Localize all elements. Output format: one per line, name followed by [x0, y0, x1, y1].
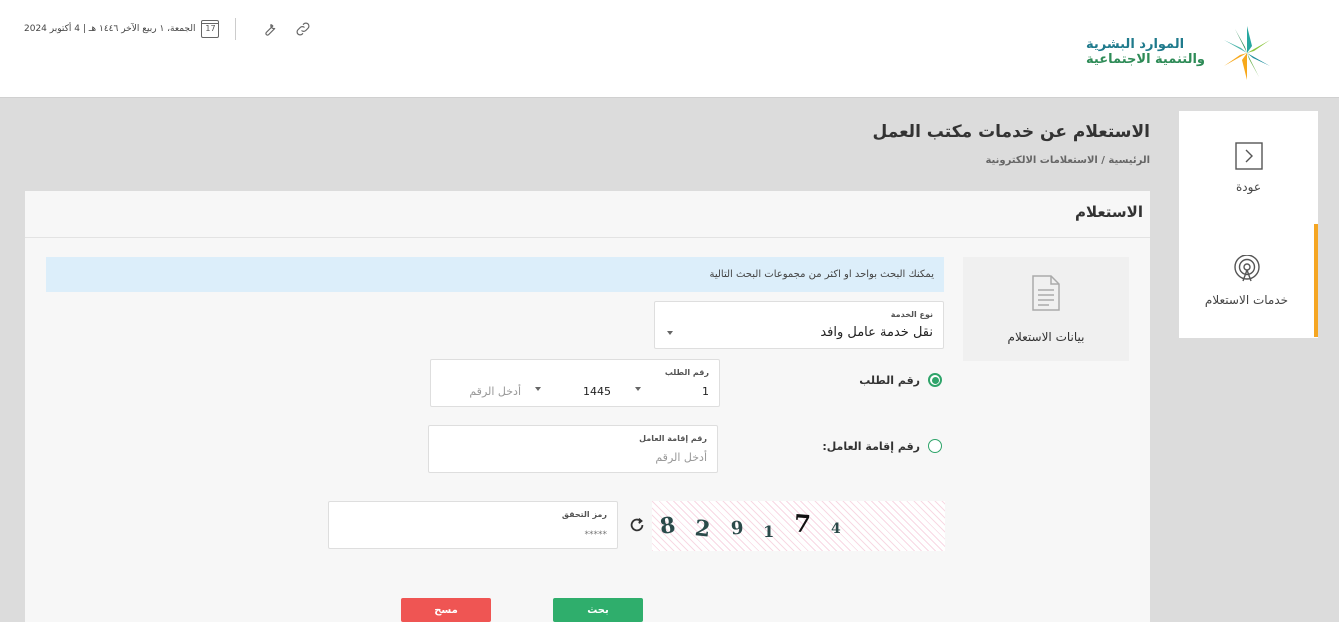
search-button[interactable]: بحث — [553, 598, 643, 622]
side-item-back-label: عودة — [1236, 179, 1261, 194]
header-tools: 17 الجمعة، ١ ربيع الآخر ١٤٤٦ هـ | 4 أكتو… — [24, 18, 320, 40]
captcha-label: رمز التحقق — [561, 510, 607, 519]
iqama-number-option-label: رقم إقامة العامل: — [822, 439, 920, 453]
service-type-select[interactable]: نوع الخدمة نقل خدمة عامل وافد — [654, 301, 944, 349]
captcha-digit: 9 — [729, 516, 745, 540]
service-type-value: نقل خدمة عامل وافد — [820, 325, 933, 340]
date-display: 17 الجمعة، ١ ربيع الآخر ١٤٤٦ هـ | 4 أكتو… — [24, 20, 220, 38]
captcha-input[interactable]: ***** — [585, 530, 608, 540]
tab-inquiry-data[interactable]: بيانات الاستعلام — [963, 257, 1129, 361]
tab-inquiry-data-label: بيانات الاستعلام — [1007, 330, 1085, 344]
date-text: الجمعة، ١ ربيع الآخر ١٤٤٦ هـ | 4 أكتوبر … — [24, 24, 196, 34]
captcha-digit: 2 — [693, 515, 712, 543]
logo-line-2: والتنمية الاجتماعية — [1086, 52, 1205, 67]
link-icon[interactable] — [294, 20, 312, 38]
iqama-number-label: رقم إقامة العامل — [639, 434, 707, 443]
request-number-year[interactable]: 1445 — [583, 385, 611, 398]
request-number-option[interactable]: رقم الطلب — [859, 373, 942, 387]
card-title: الاستعلام — [1074, 203, 1143, 221]
iqama-number-input[interactable]: أدخل الرقم — [655, 451, 707, 464]
wrench-icon[interactable] — [260, 20, 278, 38]
inquiry-card: الاستعلام بيانات الاستعلام يمكنك البحث ب… — [25, 191, 1150, 622]
document-icon — [1032, 275, 1060, 311]
service-type-label: نوع الخدمة — [890, 310, 933, 319]
side-item-inquiry-services[interactable]: خدمات الاستعلام — [1179, 224, 1318, 337]
captcha-field[interactable]: رمز التحقق ***** — [328, 501, 618, 549]
request-number-input[interactable]: أدخل الرقم — [469, 385, 521, 398]
refresh-icon[interactable] — [628, 516, 646, 534]
request-number-label: رقم الطلب — [664, 368, 709, 377]
iqama-number-field[interactable]: رقم إقامة العامل أدخل الرقم — [428, 425, 718, 473]
chevron-down-icon[interactable] — [535, 387, 541, 391]
card-header: الاستعلام — [25, 191, 1150, 238]
divider — [235, 18, 237, 40]
side-menu: عودة خدمات الاستعلام — [1179, 111, 1318, 338]
request-number-part-1[interactable]: 1 — [702, 385, 709, 398]
chevron-down-icon[interactable] — [635, 387, 641, 391]
ministry-logo[interactable]: الموارد البشرية والتنمية الاجتماعية — [1086, 24, 1281, 82]
broadcast-icon — [1233, 254, 1260, 281]
info-banner: يمكنك البحث بواحد او اكثر من مجموعات الب… — [46, 257, 944, 292]
captcha-digit: 4 — [831, 521, 841, 537]
chevron-right-icon — [1234, 141, 1263, 170]
side-item-inquiry-label: خدمات الاستعلام — [1204, 292, 1289, 307]
request-number-option-label: رقم الطلب — [859, 373, 920, 387]
request-number-radio[interactable] — [928, 373, 942, 387]
star-logo-icon — [1224, 26, 1270, 80]
calendar-icon: 17 — [201, 20, 220, 38]
breadcrumb[interactable]: الرئيسية / الاستعلامات الالكترونية — [985, 155, 1150, 166]
clear-button[interactable]: مسح — [401, 598, 491, 622]
side-item-back[interactable]: عودة — [1179, 111, 1318, 224]
page-title: الاستعلام عن خدمات مكتب العمل — [872, 122, 1150, 142]
captcha-digit: 8 — [658, 512, 678, 540]
captcha-digit: 1 — [763, 521, 775, 541]
request-number-field: رقم الطلب 1 1445 أدخل الرقم — [430, 359, 720, 407]
top-header: الموارد البشرية والتنمية الاجتماعية 17 ا… — [0, 0, 1339, 98]
logo-line-1: الموارد البشرية — [1086, 37, 1185, 53]
chevron-down-icon — [667, 331, 673, 335]
iqama-number-radio[interactable] — [928, 439, 942, 453]
iqama-number-option[interactable]: رقم إقامة العامل: — [822, 439, 942, 453]
captcha-image: 8 2 9 1 7 4 — [652, 501, 945, 551]
captcha-digit: 7 — [793, 507, 812, 539]
